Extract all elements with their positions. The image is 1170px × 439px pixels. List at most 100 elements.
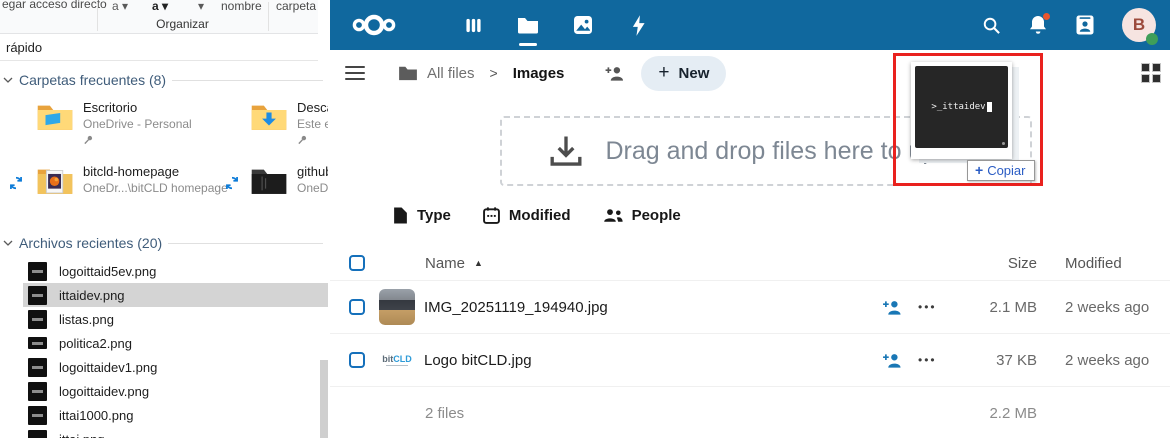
filter-people[interactable]: People bbox=[603, 207, 681, 224]
user-avatar[interactable]: B bbox=[1122, 8, 1158, 45]
online-status-dot bbox=[1146, 33, 1158, 45]
explorer-ribbon: egar acceso directo a ▾ a ▾ ▾ nombre car… bbox=[0, 0, 318, 34]
select-all-checkbox[interactable] bbox=[349, 255, 365, 271]
folder-tile-escritorio[interactable]: Escritorio OneDrive - Personal bbox=[36, 100, 192, 150]
column-header-modified[interactable]: Modified bbox=[1065, 255, 1122, 272]
new-button-label: New bbox=[678, 64, 710, 82]
file-thumbnail bbox=[28, 309, 47, 329]
ribbon-divider bbox=[268, 2, 269, 31]
column-header-size[interactable]: Size bbox=[1008, 255, 1037, 272]
files-toolbar: All files > Images + New bbox=[330, 50, 1170, 96]
section-rule bbox=[172, 79, 323, 81]
ribbon-button-select[interactable]: a ▾ bbox=[152, 0, 168, 13]
list-item[interactable]: politica2.png bbox=[23, 331, 328, 355]
sort-ascending-icon[interactable]: ▲ bbox=[474, 258, 483, 268]
nextcloud-header: B bbox=[330, 0, 1170, 50]
row-checkbox[interactable] bbox=[349, 299, 365, 315]
address-segment[interactable]: rápido bbox=[6, 40, 42, 55]
recent-files-list: logoittaid5ev.png ittaidev.png listas.pn… bbox=[0, 259, 328, 438]
search-icon[interactable] bbox=[982, 16, 1001, 35]
folder-location: Este eq bbox=[297, 116, 328, 131]
cursor-block bbox=[986, 102, 992, 112]
nextcloud-logo[interactable] bbox=[350, 12, 398, 38]
table-row[interactable]: bitCLD Logo bitCLD.jpg ••• 37 KB 2 weeks… bbox=[330, 333, 1170, 386]
frequent-folders-header[interactable]: Carpetas frecuentes (8) bbox=[3, 72, 323, 88]
ribbon-button-more[interactable]: ▾ bbox=[198, 0, 204, 13]
file-explorer-window: egar acceso directo a ▾ a ▾ ▾ nombre car… bbox=[0, 0, 328, 438]
avatar-letter: B bbox=[1132, 15, 1146, 34]
file-name[interactable]: Logo bitCLD.jpg bbox=[424, 352, 532, 369]
file-modified: 2 weeks ago bbox=[1065, 351, 1150, 369]
breadcrumb-current-folder[interactable]: Images bbox=[513, 65, 565, 82]
calendar-icon bbox=[483, 207, 500, 224]
photos-app-icon[interactable] bbox=[570, 12, 596, 38]
share-icon[interactable] bbox=[882, 352, 903, 369]
paste-shortcut-button[interactable]: egar acceso directo bbox=[2, 0, 107, 11]
folder-tile-github[interactable]: github OneDri bbox=[250, 164, 328, 196]
folder-name: github bbox=[297, 164, 328, 179]
file-thumbnail bbox=[28, 381, 47, 401]
file-name[interactable]: IMG_20251119_194940.jpg bbox=[424, 299, 608, 316]
recent-files-header[interactable]: Archivos recientes (20) bbox=[3, 235, 323, 251]
filter-modified[interactable]: Modified bbox=[483, 207, 571, 224]
list-item-selected[interactable]: ittaidev.png bbox=[23, 283, 328, 307]
row-checkbox[interactable] bbox=[349, 352, 365, 368]
ribbon-button-carpeta[interactable]: carpeta bbox=[276, 0, 316, 13]
notification-dot bbox=[1043, 13, 1050, 20]
plus-icon: + bbox=[975, 162, 984, 178]
filter-label: Modified bbox=[508, 207, 571, 224]
document-icon bbox=[394, 207, 407, 224]
file-thumbnail bbox=[28, 405, 47, 425]
logo-thumbnail: bitCLD bbox=[379, 342, 415, 378]
ribbon-button-nombre[interactable]: nombre bbox=[221, 0, 262, 13]
dragged-file-preview[interactable]: >_ittaidev bbox=[911, 62, 1012, 159]
filter-label: Type bbox=[417, 207, 451, 224]
menu-icon[interactable] bbox=[345, 66, 365, 80]
pin-icon bbox=[84, 135, 93, 144]
new-button[interactable]: + New bbox=[641, 55, 727, 91]
grid-view-toggle-icon[interactable] bbox=[1141, 63, 1161, 83]
breadcrumb-folder-icon[interactable] bbox=[398, 65, 418, 81]
file-filters: Type Modified People bbox=[393, 207, 681, 224]
share-icon[interactable] bbox=[882, 299, 903, 316]
list-item[interactable]: listas.png bbox=[23, 307, 328, 331]
actions-menu-icon[interactable]: ••• bbox=[918, 300, 937, 314]
explorer-address-bar[interactable]: rápido bbox=[0, 34, 318, 61]
ribbon-button-rename[interactable]: a ▾ bbox=[112, 0, 128, 13]
dashboard-icon[interactable] bbox=[460, 12, 486, 38]
column-header-name[interactable]: Name bbox=[425, 255, 465, 272]
list-item[interactable]: ittai.png bbox=[23, 427, 328, 438]
onedrive-sync-icon bbox=[10, 176, 22, 190]
activity-app-icon[interactable] bbox=[625, 12, 651, 38]
share-folder-icon[interactable] bbox=[604, 65, 626, 82]
thumbnail-text: >_ittaidev bbox=[931, 102, 986, 112]
folder-location: OneDri bbox=[297, 180, 328, 195]
breadcrumb-all-files[interactable]: All files bbox=[427, 65, 475, 82]
onedrive-sync-icon bbox=[226, 176, 238, 190]
notifications-bell-icon[interactable] bbox=[1028, 13, 1050, 36]
folder-tile-bitcld-homepage[interactable]: bitcld-homepage OneDr...\bitCLD homepage bbox=[36, 164, 228, 196]
file-thumbnail bbox=[28, 357, 47, 377]
table-header-row: Name ▲ Size Modified bbox=[330, 246, 1170, 280]
table-summary-row: 2 files 2.2 MB bbox=[330, 386, 1170, 439]
folder-name: Escritorio bbox=[83, 100, 138, 115]
files-table: Name ▲ Size Modified IMG_20251119_194940… bbox=[330, 246, 1170, 439]
table-row[interactable]: IMG_20251119_194940.jpg ••• 2.1 MB 2 wee… bbox=[330, 280, 1170, 333]
contacts-icon[interactable] bbox=[1075, 15, 1095, 35]
actions-menu-icon[interactable]: ••• bbox=[918, 353, 937, 367]
list-item[interactable]: ittai1000.png bbox=[23, 403, 328, 427]
list-item[interactable]: logoittaidev.png bbox=[23, 379, 328, 403]
list-item[interactable]: logoittaid5ev.png bbox=[23, 259, 328, 283]
list-item[interactable]: logoittaidev1.png bbox=[23, 355, 328, 379]
copy-tooltip-label: Copiar bbox=[987, 162, 1026, 178]
explorer-scrollbar[interactable] bbox=[320, 360, 328, 438]
folder-location: OneDr...\bitCLD homepage bbox=[83, 180, 228, 195]
file-thumbnail bbox=[28, 429, 47, 438]
section-rule bbox=[168, 242, 323, 244]
file-name: logoittaidev.png bbox=[59, 383, 150, 399]
files-app-icon[interactable] bbox=[515, 12, 541, 46]
file-name: logoittaidev1.png bbox=[59, 359, 158, 375]
filter-type[interactable]: Type bbox=[393, 207, 451, 224]
total-size: 2.2 MB bbox=[989, 404, 1037, 422]
folder-tile-descargas[interactable]: Descar Este eq bbox=[250, 100, 328, 150]
